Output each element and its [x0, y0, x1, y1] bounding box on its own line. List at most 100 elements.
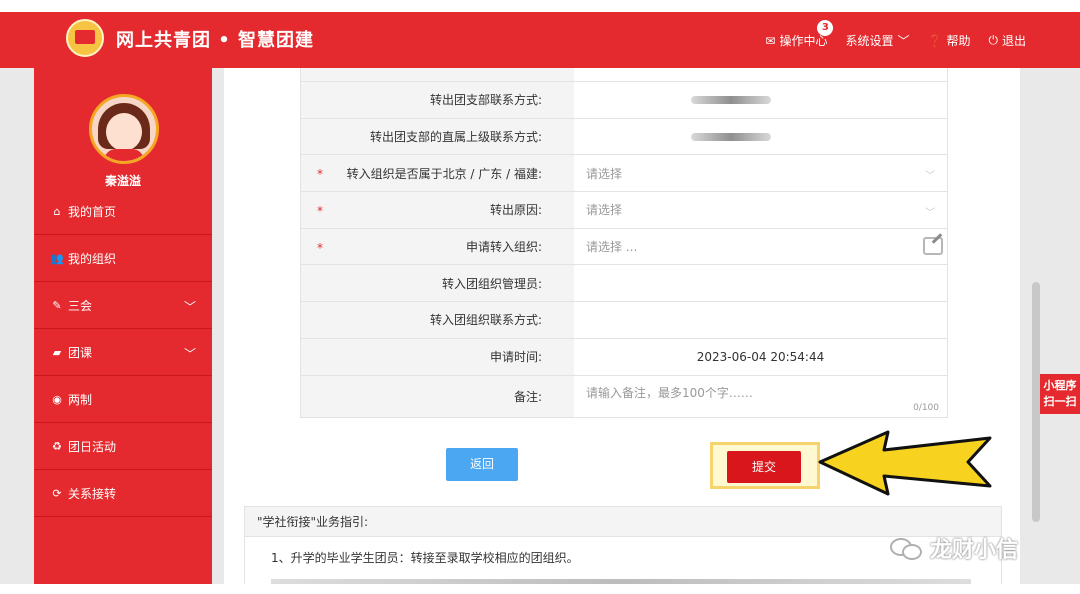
target-icon: ◉: [52, 392, 62, 406]
region-select-value: 请选择: [586, 166, 623, 181]
form-value-blurred: [574, 82, 947, 118]
back-button[interactable]: 返回: [446, 448, 518, 481]
mini-program-line2: 扫一扫: [1043, 395, 1077, 408]
sidebar-item-my-organization[interactable]: 👥 我的组织: [34, 235, 212, 282]
sidebar-item-label: 我的组织: [68, 251, 117, 266]
bottom-strip: [0, 584, 1080, 594]
chevron-down-icon: ﹀: [897, 34, 910, 48]
form-row-apply-time: 申请时间: 2023-06-04 20:54:44: [301, 338, 947, 376]
scrollbar[interactable]: [1032, 282, 1040, 522]
form-label: 转出团支部联系方式:: [301, 82, 574, 118]
reason-select[interactable]: 请选择 ﹀: [574, 192, 947, 228]
submit-highlight: 提交: [710, 442, 820, 489]
top-strip: [0, 0, 1080, 12]
guide-title: "学社衔接"业务指引:: [245, 507, 1001, 537]
youth-league-logo-icon: [66, 19, 104, 57]
mini-program-line1: 小程序: [1043, 379, 1077, 392]
power-icon: ⏻: [988, 33, 998, 47]
top-header: 网上共青团 • 智慧团建 ✉ 操作中心 3 系统设置 ﹀ ❓ 帮助 ⏻ 退出: [0, 12, 1080, 68]
form-label: * 转出原因:: [301, 192, 574, 228]
sidebar: 秦溢溢 ⌂ 我的首页 👥 我的组织 ✎ 三会 ﹀ ▰ 团课 ﹀ ◉ 两制 ♻ 团…: [34, 68, 212, 584]
region-select[interactable]: 请选择 ﹀: [574, 155, 947, 191]
form-label: * 转入组织是否属于北京 / 广东 / 福建:: [301, 155, 574, 192]
sidebar-item-label: 团课: [68, 345, 93, 360]
sidebar-item-label: 关系接转: [68, 486, 117, 501]
sidebar-item-three-meetings[interactable]: ✎ 三会 ﹀: [34, 282, 212, 329]
required-mark: *: [317, 204, 323, 219]
required-mark: *: [317, 167, 323, 182]
form-label: 申请时间:: [301, 338, 574, 375]
form-label-text: 转入组织是否属于北京 / 广东 / 福建:: [346, 166, 542, 181]
sidebar-item-label: 三会: [68, 298, 93, 313]
form-label: * 申请转入组织:: [301, 228, 574, 265]
submit-button[interactable]: 提交: [727, 451, 801, 483]
edit-square-icon: ✎: [52, 298, 62, 312]
nav-help-label: 帮助: [946, 34, 971, 48]
sidebar-item-label: 两制: [68, 392, 93, 407]
form-label: [301, 68, 574, 81]
sidebar-item-league-class[interactable]: ▰ 团课 ﹀: [34, 329, 212, 376]
guide-line: 1、升学的毕业学生团员：转接至录取学校相应的团组织。: [271, 551, 579, 565]
form-row-target-contact: 转入团组织联系方式:: [301, 302, 947, 339]
form-value: [574, 265, 947, 301]
chevron-down-icon: ﹀: [925, 171, 935, 183]
username: 秦溢溢: [104, 174, 141, 188]
apply-time-value: 2023-06-04 20:54:44: [696, 349, 825, 364]
sidebar-item-label: 团日活动: [68, 439, 117, 454]
edit-icon[interactable]: [923, 236, 943, 255]
target-org-value: 请选择 ...: [586, 240, 638, 255]
char-counter: 0/100: [913, 402, 939, 413]
mail-icon: ✉: [765, 33, 776, 48]
main-content: 转出团支部联系方式: 转出团支部的直属上级联系方式: * 转入组织是否属于北京 …: [224, 68, 1020, 584]
form-label: 备注:: [301, 375, 574, 417]
mini-program-tag[interactable]: 小程序 扫一扫: [1040, 374, 1080, 414]
site-title: 网上共青团 • 智慧团建: [116, 30, 315, 51]
notification-badge: 3: [817, 20, 834, 36]
header-nav: ✉ 操作中心 3 系统设置 ﹀ ❓ 帮助 ⏻ 退出: [765, 20, 1026, 49]
form-row-remark: 备注: 请输入备注，最多100个字…… 0/100: [301, 375, 947, 418]
form-value: [574, 302, 947, 338]
form-row-reason-select: * 转出原因: 请选择 ﹀: [301, 192, 947, 229]
remark-textarea[interactable]: 请输入备注，最多100个字…… 0/100: [574, 376, 947, 417]
home-icon: ⌂: [53, 204, 61, 218]
form-label: 转出团支部的直属上级联系方式:: [301, 118, 574, 155]
form-row-superior-contact: 转出团支部的直属上级联系方式:: [301, 118, 947, 156]
avatar[interactable]: [89, 94, 159, 164]
sidebar-item-league-day[interactable]: ♻ 团日活动: [34, 423, 212, 470]
nav-operation-center[interactable]: ✉ 操作中心 3: [765, 20, 834, 49]
form-row-partial: [301, 68, 947, 82]
arrow-pointer-icon: [818, 430, 992, 496]
recycle-icon: ♻: [52, 439, 62, 453]
transfer-form: 转出团支部联系方式: 转出团支部的直属上级联系方式: * 转入组织是否属于北京 …: [300, 68, 948, 418]
form-row-target-org: * 申请转入组织: 请选择 ...: [301, 228, 947, 266]
form-label: 转入团组织联系方式:: [301, 302, 574, 338]
reason-select-value: 请选择: [586, 203, 623, 218]
wechat-icon: [890, 536, 924, 560]
nav-system-settings[interactable]: 系统设置 ﹀: [845, 32, 909, 49]
chevron-down-icon: ﹀: [925, 208, 935, 220]
target-org-picker[interactable]: 请选择 ...: [574, 229, 947, 265]
watermark-text: 龙财小信: [930, 538, 1019, 563]
form-value-blurred: [574, 119, 947, 155]
nav-system-settings-label: 系统设置: [845, 34, 894, 48]
form-row-region-select: * 转入组织是否属于北京 / 广东 / 福建: 请选择 ﹀: [301, 155, 947, 193]
help-circle-icon: ❓: [927, 33, 943, 48]
folder-open-icon: ▰: [52, 345, 62, 359]
users-icon: 👥: [50, 251, 64, 265]
form-label: 转入团组织管理员:: [301, 265, 574, 302]
chevron-down-icon: ﹀: [183, 347, 196, 361]
form-row-target-admin: 转入团组织管理员:: [301, 265, 947, 303]
business-guide: "学社衔接"业务指引: 1、升学的毕业学生团员：转接至录取学校相应的团组织。: [244, 506, 1002, 584]
required-mark: *: [317, 240, 323, 255]
nav-logout[interactable]: ⏻ 退出: [988, 32, 1026, 49]
sidebar-item-relation-transfer[interactable]: ⟳ 关系接转: [34, 470, 212, 517]
form-value: [574, 68, 947, 81]
sidebar-menu: ⌂ 我的首页 👥 我的组织 ✎ 三会 ﹀ ▰ 团课 ﹀ ◉ 两制 ♻ 团日活动 …: [34, 188, 212, 517]
nav-logout-label: 退出: [1001, 34, 1026, 48]
sidebar-item-two-systems[interactable]: ◉ 两制: [34, 376, 212, 423]
remark-placeholder: 请输入备注，最多100个字……: [586, 385, 753, 400]
sidebar-item-home[interactable]: ⌂ 我的首页: [34, 188, 212, 235]
nav-help[interactable]: ❓ 帮助: [928, 32, 971, 49]
form-row-out-branch-contact: 转出团支部联系方式:: [301, 82, 947, 119]
chevron-down-icon: ﹀: [183, 300, 196, 314]
